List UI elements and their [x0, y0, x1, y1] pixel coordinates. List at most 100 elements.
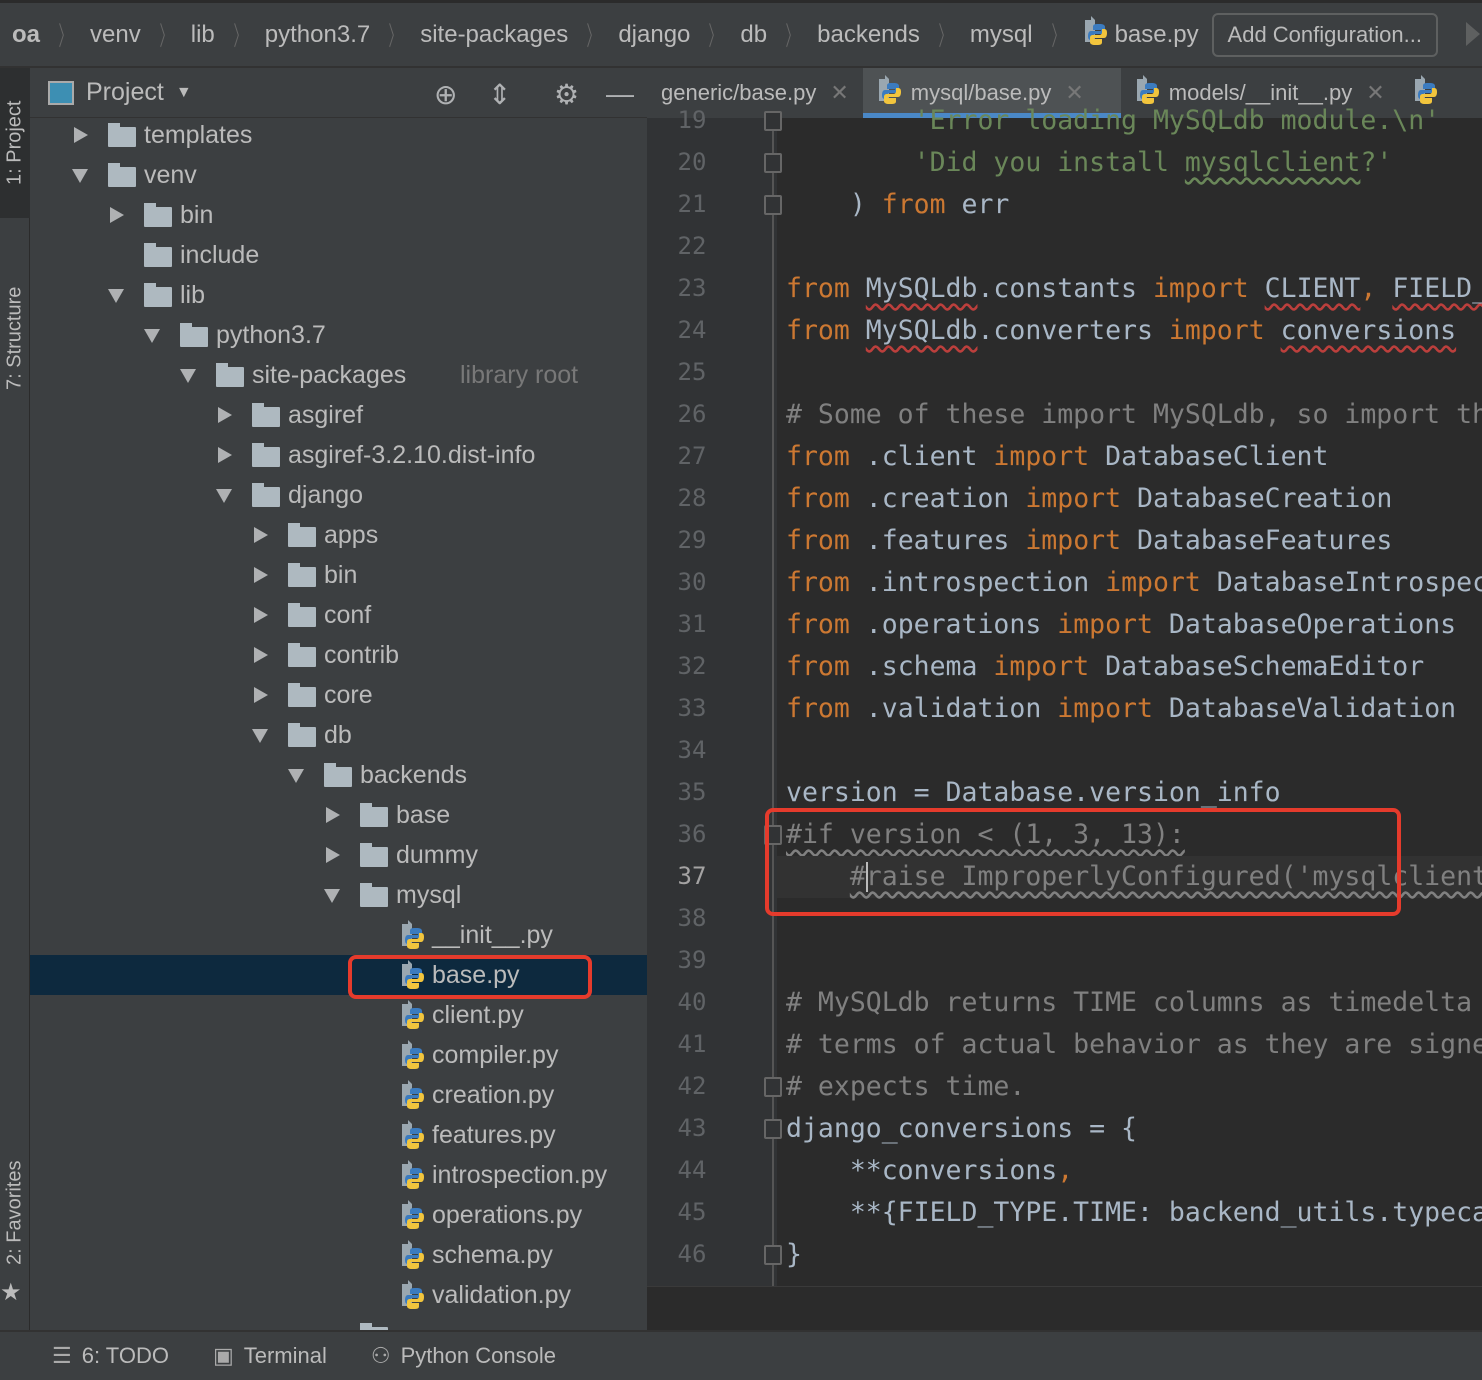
tree-item[interactable]: base	[30, 795, 647, 835]
tool-window-terminal[interactable]: ▣ Terminal	[213, 1343, 327, 1369]
chevron-down-icon[interactable]	[72, 169, 88, 183]
tree-item-label: conf	[324, 600, 372, 629]
tree-item[interactable]: compiler.py	[30, 1035, 647, 1075]
breadcrumb-item[interactable]: django	[618, 21, 690, 49]
line-number: 33	[677, 694, 707, 722]
tree-item[interactable]: contrib	[30, 635, 647, 675]
tree-item[interactable]: lib	[30, 275, 647, 315]
chevron-right-icon[interactable]	[254, 647, 268, 663]
code-token: mysqlclient	[1184, 147, 1361, 178]
tree-item-label: db	[324, 720, 352, 749]
tree-item[interactable]: venv	[30, 155, 647, 195]
chevron-down-icon[interactable]	[108, 289, 124, 303]
tree-item[interactable]: features.py	[30, 1115, 647, 1155]
chevron-right-icon[interactable]	[218, 447, 232, 463]
tree-item[interactable]: site-packages library root	[30, 355, 647, 395]
chevron-down-icon[interactable]	[324, 889, 340, 903]
chevron-right-icon[interactable]	[218, 407, 232, 423]
tree-item[interactable]: bin	[30, 195, 647, 235]
run-icon[interactable]	[1466, 22, 1480, 46]
fold-marker-icon[interactable]	[764, 111, 782, 131]
tree-item[interactable]: include	[30, 235, 647, 275]
tree-item[interactable]: operations.py	[30, 1195, 647, 1235]
fold-marker-icon[interactable]	[764, 1119, 782, 1139]
tree-item[interactable]: creation.py	[30, 1075, 647, 1115]
breadcrumb-item[interactable]: mysql	[970, 21, 1033, 49]
tool-window-python-console[interactable]: ⚇ Python Console	[371, 1343, 556, 1369]
chevron-right-icon[interactable]	[326, 807, 340, 823]
chevron-right-icon[interactable]	[254, 687, 268, 703]
code-token: DatabaseIntrospection	[1216, 567, 1482, 598]
code-token: MySQLdb	[865, 273, 978, 304]
breadcrumb-item[interactable]: base.py	[1083, 16, 1199, 53]
gear-icon[interactable]: ⚙	[554, 78, 579, 111]
chevron-right-icon[interactable]	[254, 607, 268, 623]
locate-icon[interactable]: ⊕	[434, 78, 457, 111]
tree-item[interactable]: core	[30, 675, 647, 715]
tree-item[interactable]: django	[30, 475, 647, 515]
tree-item[interactable]: asgiref	[30, 395, 647, 435]
breadcrumb-item[interactable]: oa	[12, 21, 40, 49]
chevron-down-icon[interactable]: ▼	[176, 84, 192, 102]
tree-item[interactable]: schema.py	[30, 1235, 647, 1275]
tree-item[interactable]	[30, 1315, 647, 1330]
fold-marker-icon[interactable]	[764, 195, 782, 215]
tree-item[interactable]: asgiref-3.2.10.dist-info	[30, 435, 647, 475]
code-token: err	[945, 189, 1010, 220]
line-number: 19	[677, 106, 707, 134]
fold-marker-icon[interactable]	[764, 1077, 782, 1097]
code-token: from	[786, 651, 866, 682]
python-file-icon	[400, 1080, 428, 1110]
tree-item-label: include	[180, 240, 260, 269]
code-token: import	[993, 441, 1106, 472]
code-token: CLIENT	[1264, 273, 1361, 304]
tree-item[interactable]: introspection.py	[30, 1155, 647, 1195]
side-tab-favorites[interactable]: 2: Favorites	[0, 1138, 30, 1288]
tree-item[interactable]: conf	[30, 595, 647, 635]
breadcrumb-item[interactable]: python3.7	[265, 21, 370, 49]
tree-item[interactable]: __init__.py	[30, 915, 647, 955]
tree-item[interactable]: dummy	[30, 835, 647, 875]
hide-icon[interactable]: —	[606, 78, 634, 110]
tree-item-label: contrib	[324, 640, 400, 669]
tree-item[interactable]: apps	[30, 515, 647, 555]
chevron-down-icon[interactable]	[180, 369, 196, 383]
add-configuration-button[interactable]: Add Configuration...	[1211, 13, 1438, 57]
tree-item[interactable]: validation.py	[30, 1275, 647, 1315]
breadcrumb-item[interactable]: backends	[817, 21, 920, 49]
chevron-right-icon[interactable]	[110, 207, 124, 223]
tree-item[interactable]: backends	[30, 755, 647, 795]
tree-item[interactable]: bin	[30, 555, 647, 595]
code-line: from .introspection import DatabaseIntro…	[786, 562, 1482, 604]
chevron-down-icon[interactable]	[216, 489, 232, 503]
collapse-all-icon[interactable]: ⇕	[488, 78, 511, 111]
side-tab-structure[interactable]: 7: Structure	[0, 253, 30, 423]
chevron-right-icon[interactable]	[74, 127, 88, 143]
tree-item[interactable]: db	[30, 715, 647, 755]
tool-window-label: 6: TODO	[81, 1343, 169, 1368]
breadcrumb-item[interactable]: lib	[191, 21, 215, 49]
breadcrumb-item[interactable]: site-packages	[420, 21, 568, 49]
fold-marker-icon[interactable]	[764, 153, 782, 173]
breadcrumb-item[interactable]: db	[740, 21, 767, 49]
chevron-right-icon[interactable]	[326, 847, 340, 863]
code-token: import	[1057, 609, 1169, 640]
python-file-icon	[400, 1200, 428, 1230]
project-view-dropdown[interactable]: Project	[86, 78, 164, 107]
code-token: conversions	[1280, 315, 1457, 346]
tree-item[interactable]: mysql	[30, 875, 647, 915]
side-tab-project[interactable]: 1: Project	[0, 68, 30, 218]
tree-item[interactable]: templates	[30, 115, 647, 155]
chevron-right-icon[interactable]	[254, 527, 268, 543]
tool-window-6-todo[interactable]: ☰ 6: TODO	[52, 1343, 169, 1369]
fold-marker-icon[interactable]	[764, 1245, 782, 1265]
editor[interactable]: generic/base.py ✕ mysql/base.py ✕ models/__i…	[647, 68, 1482, 1330]
chevron-right-icon[interactable]	[254, 567, 268, 583]
chevron-down-icon[interactable]	[252, 729, 268, 743]
tree-item[interactable]: client.py	[30, 995, 647, 1035]
tree-item[interactable]: python3.7	[30, 315, 647, 355]
chevron-down-icon[interactable]	[144, 329, 160, 343]
breadcrumb-item[interactable]: venv	[90, 21, 141, 49]
chevron-down-icon[interactable]	[288, 769, 304, 783]
folder-icon	[288, 723, 316, 747]
